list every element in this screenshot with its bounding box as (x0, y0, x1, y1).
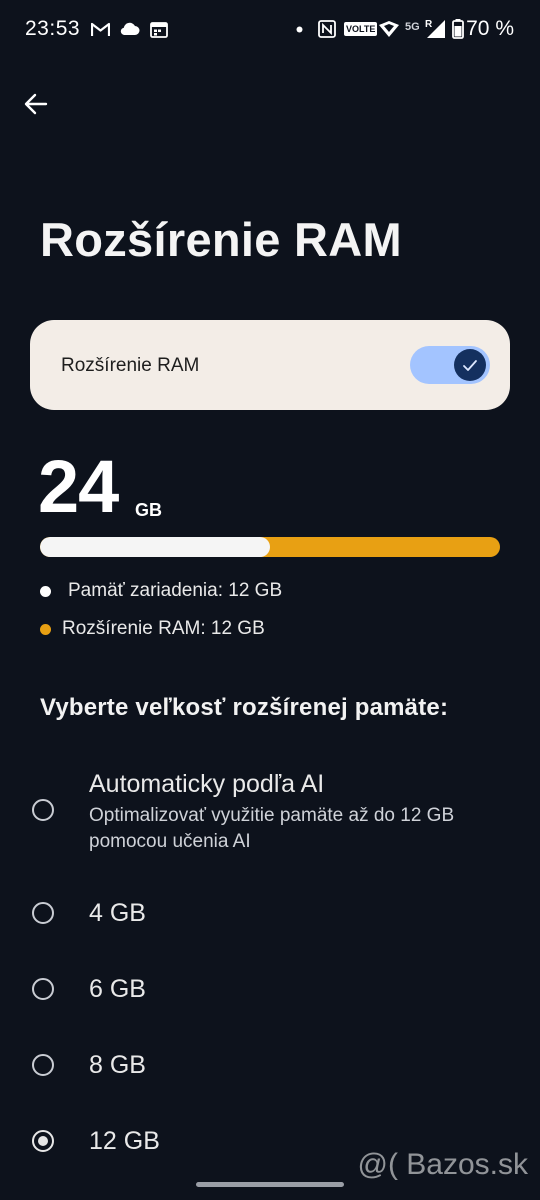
network-type: 5G (405, 21, 420, 33)
option-label: 8 GB (89, 1051, 146, 1079)
legend-dot-orange (40, 623, 51, 635)
volte-icon: VOLTE (344, 19, 378, 39)
checkmark-icon (463, 359, 477, 371)
legend-label: Pamäť zariadenia: 12 GB (68, 580, 283, 601)
memory-bar (40, 537, 500, 557)
settings-screen: 23:53 VOLTE 5G R 70 % Rozšírenie RAM Roz… (0, 0, 540, 1200)
option-4gb[interactable]: 4 GB (0, 880, 540, 946)
switch-thumb (454, 349, 486, 381)
roaming-label: R (425, 18, 433, 30)
back-button[interactable] (18, 86, 54, 122)
option-8gb[interactable]: 8 GB (0, 1032, 540, 1098)
status-bar: 23:53 VOLTE 5G R 70 % (0, 0, 540, 60)
ram-extension-toggle-row[interactable]: Rozšírenie RAM (30, 320, 510, 410)
radio-button-selected[interactable] (32, 1130, 54, 1152)
battery-percent: 70 % (466, 17, 514, 40)
home-indicator[interactable] (196, 1182, 344, 1187)
option-6gb[interactable]: 6 GB (0, 956, 540, 1022)
legend-dot-white (40, 585, 51, 597)
back-arrow-icon (24, 93, 48, 115)
calendar-icon (150, 19, 168, 39)
option-label: 12 GB (89, 1127, 160, 1155)
option-description: Optimalizovať využitie pamäte až do 12 G… (89, 805, 455, 852)
hotspot-icon (378, 19, 400, 39)
battery-icon (452, 19, 464, 39)
legend-label: Rozšírenie RAM: 12 GB (62, 618, 265, 639)
toggle-label: Rozšírenie RAM (61, 355, 200, 376)
radio-button[interactable] (32, 1054, 54, 1076)
status-time: 23:53 (25, 17, 81, 40)
option-label: Automaticky podľa AI (89, 770, 325, 798)
page-title: Rozšírenie RAM (40, 213, 402, 266)
legend-ram-extension: Rozšírenie RAM: 12 GB (40, 618, 265, 640)
dot-icon (296, 19, 303, 39)
cloud-icon (119, 19, 140, 39)
section-heading: Vyberte veľkosť rozšírenej pamäte: (40, 694, 449, 721)
gmail-icon (91, 19, 110, 39)
nfc-icon (318, 19, 336, 39)
total-memory-unit: GB (135, 500, 162, 520)
option-label: 6 GB (89, 975, 146, 1003)
radio-button[interactable] (32, 799, 54, 821)
ram-extension-switch[interactable] (410, 346, 490, 384)
watermark: @( Bazos.sk (357, 1148, 529, 1181)
radio-button[interactable] (32, 902, 54, 924)
device-memory-fill (40, 537, 270, 557)
volte-label: VOLTE (344, 22, 378, 36)
option-label: 4 GB (89, 899, 146, 927)
total-memory-value: 24 (38, 445, 119, 528)
legend-device-memory: Pamäť zariadenia: 12 GB (40, 580, 282, 602)
option-auto-ai[interactable]: Automaticky podľa AI Optimalizovať využi… (0, 765, 540, 860)
radio-selected-dot (38, 1136, 48, 1146)
radio-button[interactable] (32, 978, 54, 1000)
